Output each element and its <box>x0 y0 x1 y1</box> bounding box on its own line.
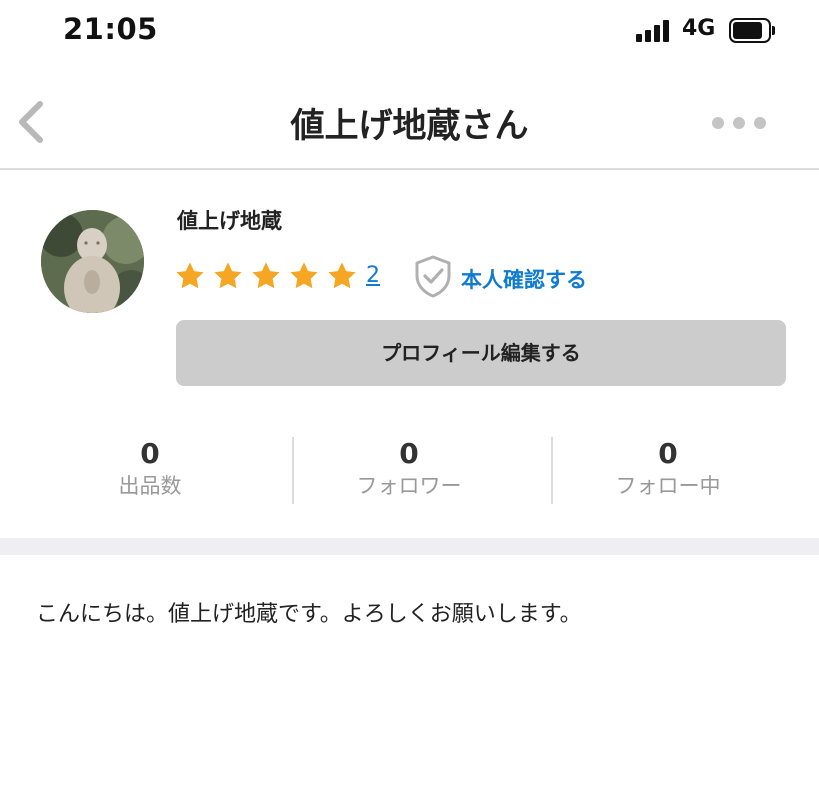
stat-listings-label: 出品数 <box>118 474 182 498</box>
stat-following-label: フォロー中 <box>615 474 721 498</box>
status-time: 21:05 <box>63 12 158 46</box>
stat-following-value: 0 <box>658 437 678 470</box>
stat-listings[interactable]: 0 出品数 <box>20 436 280 504</box>
star-icon <box>328 262 356 289</box>
edit-profile-button[interactable]: プロフィール編集する <box>176 320 786 386</box>
network-type: 4G <box>682 16 716 41</box>
star-icon <box>252 262 280 289</box>
star-icon <box>290 262 318 289</box>
stat-followers-value: 0 <box>399 437 419 470</box>
stat-followers-label: フォロワー <box>356 474 462 498</box>
signal-icon <box>636 20 672 42</box>
star-icon <box>176 262 204 289</box>
rating-count-link[interactable]: 2 <box>366 263 380 288</box>
avatar[interactable] <box>41 210 144 313</box>
status-bar: 21:05 4G <box>0 0 819 62</box>
more-button[interactable] <box>708 114 770 134</box>
battery-icon <box>729 18 775 43</box>
verify-identity-label: 本人確認する <box>461 268 587 292</box>
profile-name: 値上げ地蔵 <box>177 209 282 233</box>
avatar-image <box>41 210 144 313</box>
star-icon <box>214 262 242 289</box>
section-divider <box>0 538 819 555</box>
nav-bar: 値上げ地蔵さん <box>0 62 819 170</box>
profile-stats: 0 出品数 0 フォロワー 0 フォロー中 <box>20 436 800 504</box>
more-dots-icon <box>712 117 724 129</box>
profile-bio: こんにちは。値上げ地蔵です。よろしくお願いします。 <box>36 602 582 627</box>
stat-followers[interactable]: 0 フォロワー <box>279 436 539 504</box>
shield-check-icon <box>415 255 451 298</box>
stat-following[interactable]: 0 フォロー中 <box>538 436 798 504</box>
stat-listings-value: 0 <box>140 437 160 470</box>
page-title: 値上げ地蔵さん <box>290 106 529 146</box>
